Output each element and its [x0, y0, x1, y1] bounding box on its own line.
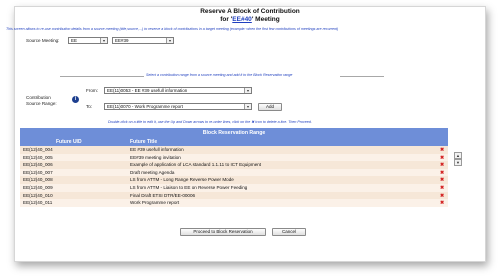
delete-icon[interactable]: ✖ — [440, 185, 444, 190]
chevron-down-icon: ▾ — [244, 104, 251, 109]
meeting-link[interactable]: EE#40 — [232, 16, 252, 23]
chevron-down-icon: ▾ — [166, 38, 173, 43]
contribution-label-2: Source Range: — [26, 101, 57, 106]
chevron-down-icon: ▾ — [244, 88, 251, 93]
page-title: Reserve A Block of Contribution — [200, 8, 300, 15]
delete-icon[interactable]: ✖ — [440, 155, 444, 160]
add-button[interactable]: Add — [258, 103, 282, 111]
source-meeting-select[interactable]: EE#39 ▾ — [112, 37, 174, 44]
to-select[interactable]: EE(11)0070 - Work Programme report ▾ — [104, 103, 252, 110]
column-header-row: Future UID Future Title — [20, 138, 448, 146]
divider — [60, 76, 144, 77]
column-header-uid: Future UID — [56, 139, 82, 145]
to-label: To: — [86, 104, 93, 109]
delete-icon[interactable]: ✖ — [440, 178, 444, 183]
arrow-down-icon[interactable]: ▼ — [454, 159, 462, 166]
delete-icon[interactable]: ✖ — [440, 148, 444, 153]
table-row[interactable]: EE(12)40_006 Example of application of L… — [20, 161, 448, 169]
delete-icon[interactable]: ✖ — [440, 163, 444, 168]
table-row[interactable]: EE(12)40_005 EE#39 meeting invitation ✖ — [20, 153, 448, 162]
table-row[interactable]: EE(12)40_008 LS from ATTM - Long Range R… — [20, 176, 448, 184]
table-row[interactable]: EE(12)40_007 Draft meeting Agenda ✖ — [20, 168, 448, 177]
source-group-select[interactable]: EE ▾ — [68, 37, 108, 44]
from-select[interactable]: EE(11)0053 - EE #39 usefull information … — [104, 87, 252, 94]
delete-icon[interactable]: ✖ — [440, 193, 444, 198]
column-header-title: Future Title — [130, 139, 158, 145]
source-meeting-label: Source Meeting: — [26, 38, 60, 43]
cancel-button[interactable]: Cancel — [272, 228, 306, 236]
chevron-down-icon: ▾ — [100, 38, 107, 43]
range-hint: Select a contribution range from a sourc… — [146, 73, 293, 77]
edit-hint: Double-click on a title to edit it, use … — [108, 120, 312, 124]
contribution-label: Contribution — [26, 95, 51, 100]
block-reservation-table: Block Reservation Range Future UID Futur… — [20, 128, 448, 207]
divider — [340, 76, 384, 77]
delete-icon[interactable]: ✖ — [440, 201, 444, 206]
info-icon[interactable]: i — [72, 96, 79, 103]
page-subtitle: for 'EE#40' Meeting — [220, 16, 280, 23]
table-row[interactable]: EE(12)40_011 Work Programme report ✖ — [20, 199, 448, 207]
table-row[interactable]: EE(12)40_009 LS from ATTM - Liaison to E… — [20, 183, 448, 192]
arrow-up-icon[interactable]: ▲ — [454, 152, 462, 159]
table-row[interactable]: EE(12)40_010 Final Draft ETSI DTR/EE-000… — [20, 191, 448, 200]
intro-text: This screen allows to re-use contributio… — [6, 27, 339, 31]
table-header: Block Reservation Range — [20, 128, 448, 138]
proceed-button[interactable]: Proceed to Block Reservation — [180, 228, 266, 236]
table-row[interactable]: EE(12)40_004 EE #39 usefull information … — [20, 146, 448, 154]
delete-icon[interactable]: ✖ — [440, 170, 444, 175]
from-label: From: — [86, 88, 98, 93]
